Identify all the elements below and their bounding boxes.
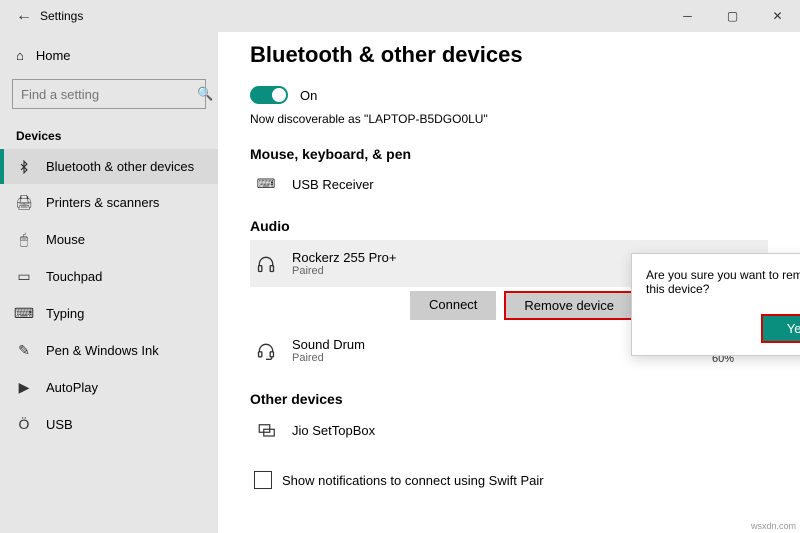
- search-icon: 🔍: [197, 86, 213, 102]
- home-label: Home: [36, 48, 71, 63]
- sidebar-item-label: AutoPlay: [46, 380, 98, 395]
- device-name: Rockerz 255 Pro+: [292, 250, 396, 265]
- keyboard-icon: ⌨: [16, 305, 32, 322]
- sidebar-item-label: Touchpad: [46, 269, 102, 284]
- toggle-state: On: [300, 88, 317, 103]
- section-heading-mkp: Mouse, keyboard, & pen: [250, 146, 768, 162]
- device-name: USB Receiver: [292, 177, 374, 192]
- page-title: Bluetooth & other devices: [250, 42, 768, 68]
- confirm-dialog: Are you sure you want to remove this dev…: [631, 253, 800, 356]
- sidebar-item-pen[interactable]: ✎ Pen & Windows Ink: [0, 332, 218, 369]
- remove-device-button[interactable]: Remove device: [504, 291, 634, 320]
- device-icon: [254, 421, 278, 439]
- bluetooth-toggle[interactable]: [250, 86, 288, 104]
- device-settopbox[interactable]: Jio SetTopBox: [250, 413, 768, 447]
- keyboard-icon: ⌨: [254, 176, 278, 192]
- minimize-button[interactable]: ─: [665, 9, 710, 23]
- sidebar-item-label: Pen & Windows Ink: [46, 343, 159, 358]
- sidebar-item-printers[interactable]: 🖨 Printers & scanners: [0, 184, 218, 221]
- sidebar-item-label: Printers & scanners: [46, 195, 159, 210]
- pen-icon: ✎: [16, 342, 32, 359]
- swift-pair-label: Show notifications to connect using Swif…: [282, 473, 544, 488]
- sidebar-item-mouse[interactable]: 🖱 Mouse: [0, 221, 218, 258]
- dialog-yes-button[interactable]: Yes: [761, 314, 800, 343]
- sidebar: ⌂ Home 🔍 Devices Bluetooth & other devic…: [0, 32, 218, 533]
- maximize-button[interactable]: ▢: [710, 9, 755, 23]
- headphones-icon: [254, 254, 278, 274]
- search-input[interactable]: [21, 87, 197, 102]
- connect-button[interactable]: Connect: [410, 291, 496, 320]
- autoplay-icon: ▶: [16, 379, 32, 396]
- home-nav[interactable]: ⌂ Home: [0, 40, 218, 71]
- watermark: wsxdn.com: [751, 521, 796, 531]
- sidebar-item-label: Bluetooth & other devices: [46, 159, 194, 174]
- mouse-icon: 🖱: [16, 231, 32, 248]
- touchpad-icon: ▭: [16, 268, 32, 285]
- sidebar-item-bluetooth[interactable]: Bluetooth & other devices: [0, 149, 218, 184]
- device-name: Jio SetTopBox: [292, 423, 375, 438]
- sidebar-item-typing[interactable]: ⌨ Typing: [0, 295, 218, 332]
- sidebar-item-label: Typing: [46, 306, 84, 321]
- headset-icon: [254, 341, 278, 361]
- titlebar: ← Settings ─ ▢ ✕: [0, 0, 800, 32]
- dialog-text: Are you sure you want to remove this dev…: [646, 268, 800, 296]
- content-pane: Bluetooth & other devices On Now discove…: [218, 32, 800, 533]
- sidebar-item-label: Mouse: [46, 232, 85, 247]
- sidebar-item-touchpad[interactable]: ▭ Touchpad: [0, 258, 218, 295]
- printer-icon: 🖨: [16, 194, 32, 211]
- search-box[interactable]: 🔍: [12, 79, 206, 109]
- section-heading-other: Other devices: [250, 391, 768, 407]
- device-status: Paired: [292, 352, 365, 364]
- device-usb-receiver[interactable]: ⌨ USB Receiver: [250, 168, 768, 200]
- sidebar-item-usb[interactable]: Ö USB: [0, 406, 218, 442]
- usb-icon: Ö: [16, 416, 32, 432]
- sidebar-section-label: Devices: [0, 117, 218, 149]
- checkbox[interactable]: [254, 471, 272, 489]
- section-heading-audio: Audio: [250, 218, 768, 234]
- home-icon: ⌂: [16, 48, 24, 63]
- sidebar-item-label: USB: [46, 417, 73, 432]
- device-name: Sound Drum: [292, 337, 365, 352]
- sidebar-item-autoplay[interactable]: ▶ AutoPlay: [0, 369, 218, 406]
- window-title: Settings: [40, 9, 83, 23]
- discoverable-text: Now discoverable as "LAPTOP-B5DGO0LU": [250, 112, 768, 126]
- swift-pair-row[interactable]: Show notifications to connect using Swif…: [250, 471, 768, 489]
- back-button[interactable]: ←: [8, 7, 40, 25]
- close-button[interactable]: ✕: [755, 9, 800, 23]
- bluetooth-icon: [16, 160, 32, 174]
- device-status: Paired: [292, 265, 396, 277]
